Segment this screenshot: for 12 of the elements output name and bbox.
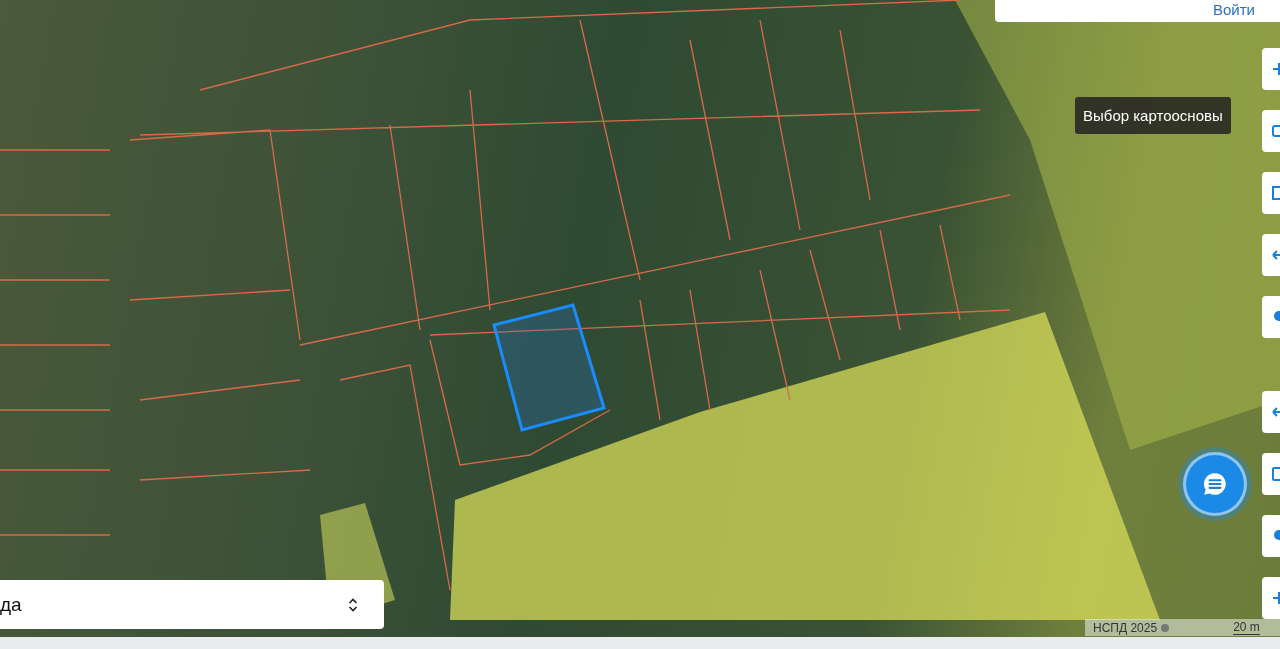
select-field[interactable]: да bbox=[0, 580, 384, 629]
chat-icon bbox=[1202, 471, 1228, 497]
satellite-map[interactable]: Войти Выбор картоосновы да НСПД 2025 20 m bbox=[0, 0, 1280, 637]
select-value: да bbox=[0, 593, 22, 616]
attribution-text: НСПД 2025 bbox=[1093, 620, 1158, 635]
chevron-icon bbox=[348, 596, 358, 613]
login-link[interactable]: Войти bbox=[1213, 1, 1255, 22]
info-icon[interactable] bbox=[1161, 623, 1170, 632]
scale-label: 20 m bbox=[1233, 620, 1260, 635]
selected-parcel[interactable] bbox=[492, 303, 606, 432]
chat-button[interactable] bbox=[1183, 452, 1247, 516]
tooltip: Выбор картоосновы bbox=[1075, 97, 1231, 134]
